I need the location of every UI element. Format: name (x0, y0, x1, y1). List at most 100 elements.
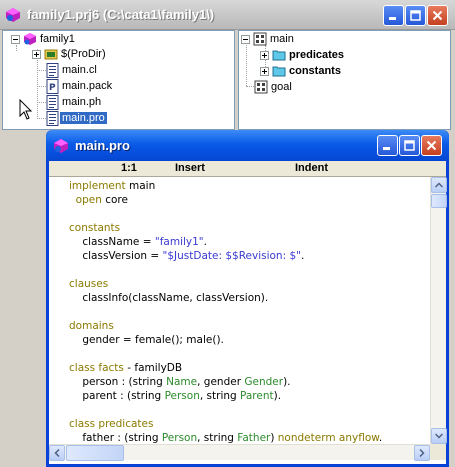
app-icon (6, 8, 20, 22)
tree-item-prodir[interactable]: $(ProDir) (32, 46, 106, 62)
code-line: class facts - familyDB (69, 362, 182, 376)
code-token: Person (161, 432, 198, 444)
code-token: open (69, 194, 102, 206)
code-token: Name (166, 376, 198, 388)
editor-window: main.pro 1:1 Insert Indent implement mai… (46, 130, 449, 467)
tree-item-main-pro[interactable]: main.pro (46, 110, 107, 126)
code-line: father : (string Person, string Father) … (69, 432, 382, 444)
expand-toggle[interactable] (260, 66, 269, 76)
close-icon (426, 140, 437, 151)
tree-item-label: main.ph (62, 96, 102, 108)
tree-item-main-ph[interactable]: main.ph (46, 94, 101, 110)
code-editor[interactable]: implement main open core constants classN… (49, 177, 430, 444)
code-token: parent : (string (69, 390, 165, 402)
code-token: ) (270, 432, 278, 444)
code-token: father : (string (69, 432, 162, 444)
editor-maximize-button[interactable] (399, 135, 420, 156)
arrow-left-icon (54, 449, 60, 457)
tree-item-label: main (270, 33, 294, 45)
minimize-icon (389, 17, 396, 20)
editor-titlebar[interactable]: main.pro (46, 130, 449, 161)
code-token: person : (string (69, 376, 167, 388)
tree-item-label: $(ProDir) (61, 48, 106, 60)
code-token: . (378, 432, 383, 444)
code-token: . (203, 236, 207, 248)
arrow-up-icon (435, 182, 443, 188)
editor-close-button[interactable] (421, 135, 442, 156)
maximize-button[interactable] (405, 5, 426, 26)
scroll-up-button[interactable] (431, 177, 447, 193)
code-token: , gender (197, 376, 245, 388)
code-token: , string (199, 390, 241, 402)
collapse-toggle[interactable] (11, 34, 20, 44)
code-token: classInfo(className, classVersion). (69, 292, 269, 304)
code-line: clauses (69, 278, 108, 292)
code-line: constants (69, 222, 120, 236)
tree-item-main-module[interactable]: main (241, 31, 294, 47)
code-token: nondeterm anyflow (277, 432, 379, 444)
horizontal-scroll-thumb[interactable] (66, 445, 124, 461)
project-tree-pane[interactable]: family1 $(ProDir) main.cl P main.pack ma… (2, 30, 235, 130)
close-button[interactable] (427, 5, 448, 26)
editor-status-bar: 1:1 Insert Indent (49, 161, 446, 177)
vertical-scrollbar[interactable] (430, 177, 447, 444)
mouse-cursor-icon (19, 99, 33, 120)
code-token: implement (69, 180, 126, 192)
project-icon (24, 33, 36, 45)
minimize-button[interactable] (383, 5, 404, 26)
horizontal-scrollbar[interactable] (49, 444, 430, 461)
code-token: domains (69, 320, 114, 332)
tree-item-main-pack[interactable]: P main.pack (46, 78, 112, 94)
code-token: . (300, 250, 305, 262)
module-icon (254, 80, 268, 94)
code-token: Gender (244, 376, 284, 388)
code-line: classInfo(className, classVersion). (69, 292, 268, 306)
code-line: person : (string Name, gender Gender). (69, 376, 291, 390)
code-token: Person (164, 390, 200, 402)
scroll-right-button[interactable] (414, 445, 430, 461)
code-token: ). (273, 390, 282, 402)
code-line: gender = female(); male(). (69, 334, 224, 348)
header-file-icon (46, 94, 59, 110)
code-line: open core (69, 194, 128, 208)
code-token: Father (237, 432, 271, 444)
minimize-icon (383, 147, 390, 150)
code-token: - familyDB (123, 362, 183, 374)
module-icon (253, 32, 267, 46)
tree-item-label: constants (289, 65, 341, 77)
code-line: domains (69, 320, 114, 334)
tree-item-predicates[interactable]: predicates (260, 47, 344, 63)
code-token: className = (69, 236, 155, 248)
scroll-left-button[interactable] (49, 445, 65, 461)
tree-item-label-selected: main.pro (60, 112, 107, 124)
indent-mode: Indent (295, 162, 328, 174)
tree-item-main-cl[interactable]: main.cl (46, 62, 97, 78)
project-title: family1.prj6 (C:\cata1\family1\) (27, 7, 215, 22)
editor-minimize-button[interactable] (377, 135, 398, 156)
module-tree-pane[interactable]: main predicates constants goal (238, 30, 451, 130)
tree-item-label: main.pack (62, 80, 113, 92)
tree-item-label: family1 (40, 33, 75, 45)
code-token: classVersion = (69, 250, 163, 262)
tree-item-family1[interactable]: family1 (11, 31, 75, 47)
code-line: className = "family1". (69, 236, 207, 250)
expand-toggle[interactable] (32, 49, 41, 59)
tree-item-goal[interactable]: goal (254, 79, 292, 95)
code-token: ). (283, 376, 291, 388)
vertical-scroll-thumb[interactable] (431, 194, 447, 208)
scroll-down-button[interactable] (431, 428, 447, 444)
collapse-toggle[interactable] (241, 34, 250, 44)
code-line: implement main (69, 180, 155, 194)
app-icon (54, 139, 68, 153)
code-token: core (101, 194, 128, 206)
package-folder-icon (44, 49, 58, 60)
code-line: class predicates (69, 418, 153, 432)
scrollbar-corner (430, 444, 446, 460)
tree-item-label: predicates (289, 49, 345, 61)
tree-item-constants[interactable]: constants (260, 63, 341, 79)
insert-mode: Insert (175, 162, 205, 174)
maximize-icon (410, 10, 421, 21)
svg-text:P: P (49, 83, 56, 93)
expand-toggle[interactable] (260, 50, 269, 60)
project-titlebar[interactable]: family1.prj6 (C:\cata1\family1\) (0, 0, 455, 30)
